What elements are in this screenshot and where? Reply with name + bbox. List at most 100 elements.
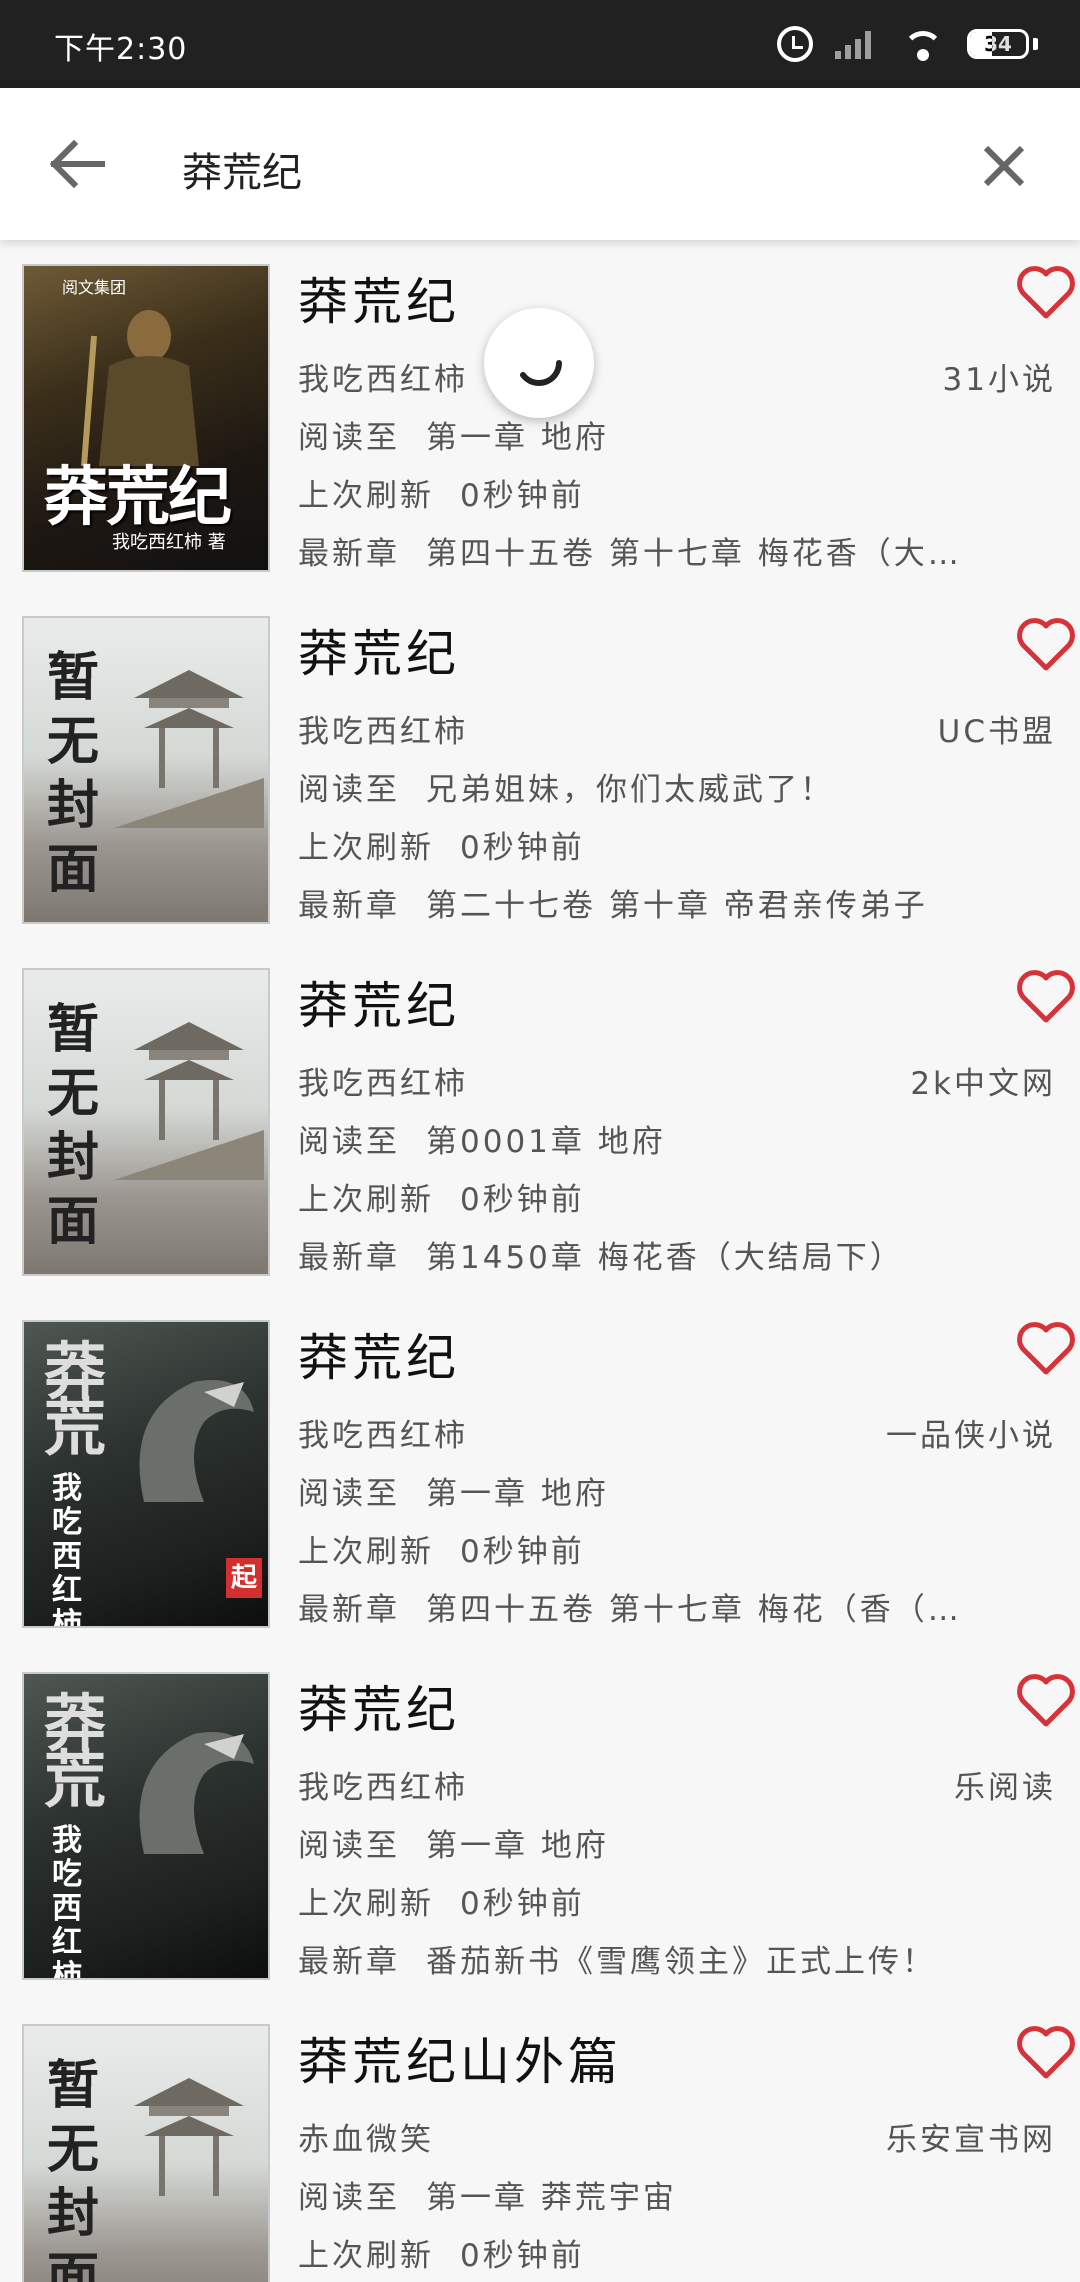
read-progress: 阅读至 第一章 莽荒宇宙 xyxy=(298,2172,677,2217)
last-refresh-label: 上次刷新 xyxy=(298,478,434,514)
latest-label: 最新章 xyxy=(298,1240,400,1276)
battery-icon: 34 xyxy=(967,29,1029,59)
heart-icon xyxy=(1017,266,1075,319)
last-refresh-label: 上次刷新 xyxy=(298,2238,434,2274)
favorite-button[interactable] xyxy=(1016,264,1076,320)
read-progress: 阅读至 第一章 地府 xyxy=(298,1468,609,1513)
last-refresh-label: 上次刷新 xyxy=(298,1534,434,1570)
cover-author: 我吃西红柿 著 xyxy=(112,532,226,553)
back-button[interactable] xyxy=(36,128,116,200)
last-refresh: 上次刷新 0秒钟前 xyxy=(298,1526,585,1571)
latest-value: 第四十五卷 第十七章 梅花香（大… xyxy=(426,536,962,572)
book-source: 乐阅读 xyxy=(954,1770,1056,1806)
book-title: 莽荒纪 xyxy=(298,625,460,683)
read-to-value: 第一章 地府 xyxy=(426,1476,609,1512)
read-progress: 阅读至 第一章 地府 xyxy=(298,1820,609,1865)
pavilion-icon xyxy=(114,670,264,828)
spinner-icon xyxy=(520,360,562,386)
list-item[interactable]: 莽荒 我吃西红柿 莽荒纪 我吃西红柿 乐阅读 阅读至 第一章 地府 上次刷新 0秒钟… xyxy=(0,1650,1080,2002)
last-refresh-value: 0秒钟前 xyxy=(460,2238,585,2274)
book-cover: 阅文集团 莽荒纪 我吃西红柿 著 xyxy=(22,264,270,572)
list-item[interactable]: 暂无封面 莽荒纪 我吃西红柿 UC书盟 阅读至 兄弟姐妹，你们太威武了！ 上次刷新… xyxy=(0,594,1080,946)
favorite-button[interactable] xyxy=(1016,616,1076,672)
pavilion-icon xyxy=(114,1022,264,1180)
last-refresh-value: 0秒钟前 xyxy=(460,478,585,514)
loading-spinner xyxy=(484,308,594,418)
book-title: 莽荒纪 xyxy=(298,1681,460,1739)
book-author: 我吃西红柿 xyxy=(298,1770,468,1806)
read-to-label: 阅读至 xyxy=(298,1476,400,1512)
cover-title: 莽荒 xyxy=(44,1335,107,1464)
signal-icon xyxy=(835,27,879,61)
book-cover: 暂无封面 xyxy=(22,968,270,1276)
favorite-button[interactable] xyxy=(1016,2024,1076,2080)
book-author: 我吃西红柿 xyxy=(298,714,468,750)
heart-icon xyxy=(1017,1674,1075,1727)
status-icons: 34 xyxy=(777,22,1038,66)
read-to-value: 兄弟姐妹，你们太威武了！ xyxy=(426,772,834,808)
book-author: 赤血微笑 xyxy=(298,2122,434,2158)
latest-value: 第四十五卷 第十七章 梅花（香（… xyxy=(426,1592,962,1628)
serpent-figure-icon xyxy=(139,1732,254,1854)
read-to-label: 阅读至 xyxy=(298,420,400,456)
latest-chapter: 最新章 第四十五卷 第十七章 梅花（香（… xyxy=(298,1584,1048,1629)
book-source: 一品侠小说 xyxy=(886,1418,1056,1454)
book-source: UC书盟 xyxy=(937,714,1056,750)
book-title: 莽荒纪山外篇 xyxy=(298,2033,622,2091)
cover-publisher: 阅文集团 xyxy=(62,278,127,297)
warrior-figure-icon xyxy=(81,310,199,466)
last-refresh-label: 上次刷新 xyxy=(298,1182,434,1218)
list-item[interactable]: 暂无封面 莽荒纪 我吃西红柿 2k中文网 阅读至 第0001章 地府 上次刷新 0秒… xyxy=(0,946,1080,1298)
book-cover: 莽荒 我吃西红柿 xyxy=(22,1672,270,1980)
clear-button[interactable] xyxy=(968,130,1040,202)
read-to-label: 阅读至 xyxy=(298,1124,400,1160)
favorite-button[interactable] xyxy=(1016,968,1076,1024)
serpent-figure-icon xyxy=(139,1380,254,1502)
latest-chapter: 最新章 第二十七卷 第十章 帝君亲传弟子 xyxy=(298,880,1048,925)
book-source: 31小说 xyxy=(942,362,1056,398)
list-item[interactable]: 莽荒 我吃西红柿 起 莽荒纪 我吃西红柿 一品侠小说 阅读至 第一章 地府 上次刷… xyxy=(0,1298,1080,1650)
heart-icon xyxy=(1017,618,1075,671)
search-query[interactable]: 莽荒纪 xyxy=(182,140,302,198)
book-cover: 暂无封面 xyxy=(22,2024,270,2282)
last-refresh-label: 上次刷新 xyxy=(298,830,434,866)
latest-value: 第二十七卷 第十章 帝君亲传弟子 xyxy=(426,888,928,924)
list-item[interactable]: 阅文集团 莽荒纪 我吃西红柿 著 莽荒纪 我吃西红柿 31小说 阅读至 第一章 地… xyxy=(0,242,1080,594)
cover-title: 暂无封面 xyxy=(46,648,99,900)
read-progress: 阅读至 第一章 地府 xyxy=(298,412,609,457)
last-refresh-value: 0秒钟前 xyxy=(460,1886,585,1922)
cover-title: 暂无封面 xyxy=(46,2056,99,2282)
status-bar: 下午2:30 34 xyxy=(0,0,1080,88)
latest-label: 最新章 xyxy=(298,1944,400,1980)
heart-icon xyxy=(1017,970,1075,1023)
last-refresh-value: 0秒钟前 xyxy=(460,1182,585,1218)
read-to-value: 第一章 地府 xyxy=(426,420,609,456)
read-to-value: 第一章 地府 xyxy=(426,1828,609,1864)
list-item[interactable]: 暂无封面 莽荒纪山外篇 赤血微笑 乐安宣书网 阅读至 第一章 莽荒宇宙 上次刷新 0… xyxy=(0,2002,1080,2282)
book-author: 我吃西红柿 xyxy=(298,1418,468,1454)
book-cover: 莽荒 我吃西红柿 起 xyxy=(22,1320,270,1628)
cover-title: 莽荒纪 xyxy=(44,460,232,535)
last-refresh: 上次刷新 0秒钟前 xyxy=(298,470,585,515)
last-refresh-value: 0秒钟前 xyxy=(460,830,585,866)
cover-author: 我吃西红柿 xyxy=(52,1823,82,1980)
book-source: 2k中文网 xyxy=(910,1066,1056,1102)
search-header: 莽荒纪 xyxy=(0,88,1080,240)
last-refresh: 上次刷新 0秒钟前 xyxy=(298,822,585,867)
read-to-label: 阅读至 xyxy=(298,772,400,808)
battery-cap xyxy=(1033,38,1038,50)
latest-value: 番茄新书《雪鹰领主》正式上传！ xyxy=(426,1944,936,1980)
latest-label: 最新章 xyxy=(298,888,400,924)
favorite-button[interactable] xyxy=(1016,1672,1076,1728)
read-to-label: 阅读至 xyxy=(298,1828,400,1864)
heart-icon xyxy=(1017,2026,1075,2079)
favorite-button[interactable] xyxy=(1016,1320,1076,1376)
last-refresh: 上次刷新 0秒钟前 xyxy=(298,2230,585,2275)
book-cover: 暂无封面 xyxy=(22,616,270,924)
cover-author: 我吃西红柿 xyxy=(52,1471,82,1628)
latest-label: 最新章 xyxy=(298,536,400,572)
book-source: 乐安宣书网 xyxy=(886,2122,1056,2158)
book-title: 莽荒纪 xyxy=(298,977,460,1035)
read-to-value: 第一章 莽荒宇宙 xyxy=(426,2180,677,2216)
pavilion-icon xyxy=(134,2078,244,2196)
